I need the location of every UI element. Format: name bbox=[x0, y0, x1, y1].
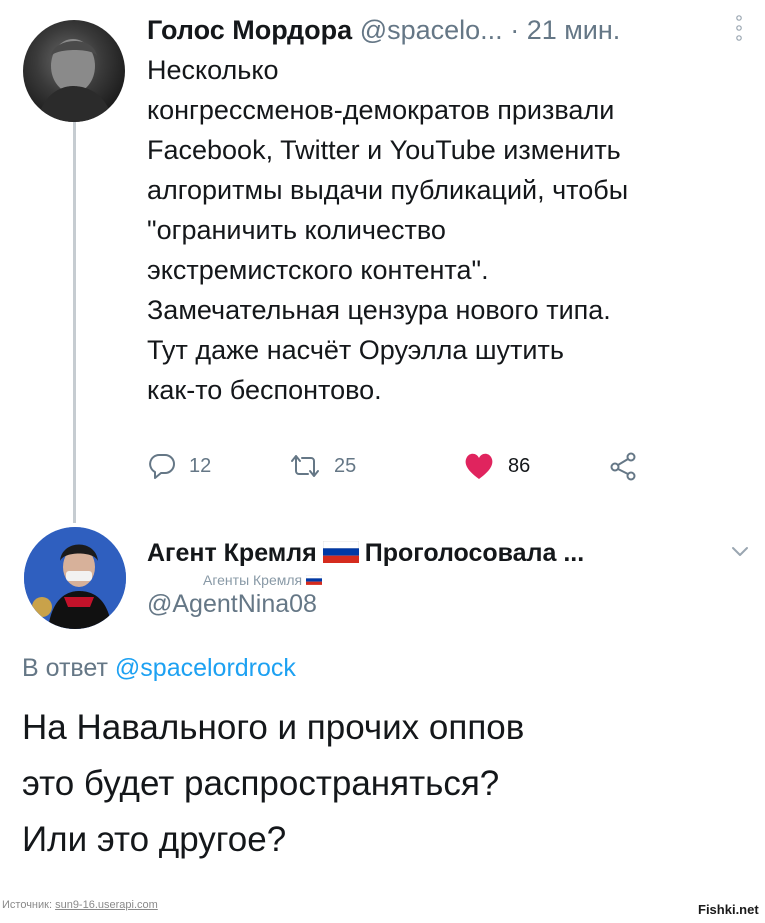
avatar[interactable] bbox=[23, 20, 125, 122]
reply-count: 12 bbox=[189, 455, 212, 477]
reply-context: В ответ @spacelordrock bbox=[22, 650, 296, 686]
tweet-text: Несколько конгрессменов-демократов призв… bbox=[147, 50, 747, 410]
tweet-text-line: конгрессменов-демократов призвали bbox=[147, 95, 615, 125]
chevron-down-icon[interactable] bbox=[729, 540, 751, 562]
tweet-text-line: Замечательная цензура нового типа. bbox=[147, 295, 611, 325]
tweet-text-line: Или это другое? bbox=[22, 820, 287, 859]
retweet-button[interactable]: 25 bbox=[288, 448, 356, 484]
thread-connector-line bbox=[73, 118, 76, 523]
watermark: Fishki.net bbox=[698, 902, 759, 917]
tweet-text: На Навального и прочих оппов это будет р… bbox=[22, 700, 752, 868]
tweet-text-line: Facebook, Twitter и YouTube изменить bbox=[147, 135, 621, 165]
tweet-text-line: "ограничить количество bbox=[147, 215, 446, 245]
tweet-text-line: как-то беспонтово. bbox=[147, 375, 382, 405]
tweet-text-line: Тут даже насчёт Оруэлла шутить bbox=[147, 335, 564, 365]
author-name-part2: Проголосовала ... bbox=[364, 539, 585, 567]
reply-prefix: В ответ bbox=[22, 654, 108, 682]
like-button[interactable]: 86 bbox=[462, 448, 530, 484]
tweet-text-line: это будет распространяться? bbox=[22, 764, 500, 803]
tweet-text-line: экстремистского контента". bbox=[147, 255, 489, 285]
source-label: Источник: bbox=[2, 899, 53, 911]
retweet-icon bbox=[291, 455, 319, 477]
author-handle[interactable]: @AgentNina08 bbox=[147, 586, 317, 622]
tweet-text-line: На Навального и прочих оппов bbox=[22, 708, 525, 747]
reply-icon bbox=[149, 454, 175, 479]
more-dots-icon[interactable] bbox=[736, 14, 742, 44]
tweet-text-line: Несколько bbox=[147, 55, 279, 85]
tweet-timestamp[interactable]: · 21 мин. bbox=[510, 15, 620, 45]
tweet-header: Голос Мордора @spacelo... · 21 мин. bbox=[147, 10, 747, 50]
author-name[interactable]: Голос Мордора bbox=[147, 15, 352, 45]
russia-flag-icon bbox=[322, 541, 359, 564]
avatar-photo-icon bbox=[37, 39, 113, 122]
avatar[interactable] bbox=[24, 527, 126, 629]
author-name[interactable]: Агент Кремля Проголосовала ... bbox=[147, 536, 707, 570]
author-handle[interactable]: @spacelo... bbox=[360, 15, 503, 45]
tweet-text-line: алгоритмы выдачи публикаций, чтобы bbox=[147, 175, 629, 205]
reply-button[interactable]: 12 bbox=[147, 448, 211, 484]
russia-flag-icon bbox=[306, 575, 323, 586]
source-caption: Источник: sun9-16.userapi.com bbox=[2, 898, 158, 912]
source-link[interactable]: sun9-16.userapi.com bbox=[55, 899, 158, 911]
heart-icon bbox=[465, 453, 493, 479]
like-count: 86 bbox=[508, 455, 531, 477]
author-name-part1: Агент Кремля bbox=[147, 539, 317, 567]
reply-mention-link[interactable]: @spacelordrock bbox=[115, 654, 296, 682]
retweet-count: 25 bbox=[334, 455, 357, 477]
share-icon bbox=[610, 452, 636, 481]
share-button[interactable] bbox=[608, 448, 638, 484]
avatar-photo-icon bbox=[24, 527, 126, 629]
